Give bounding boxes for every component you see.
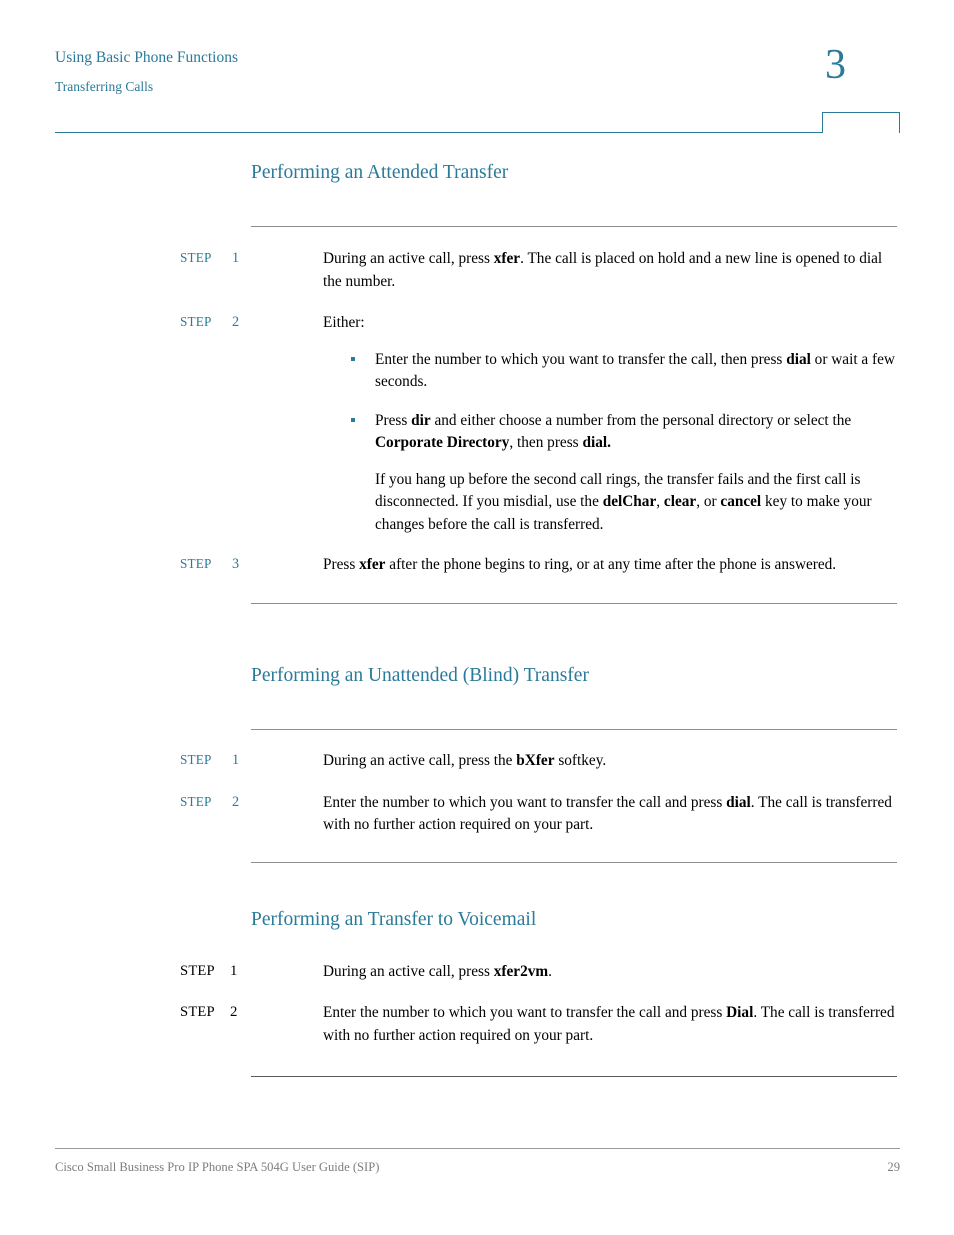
step-number: 1 [232, 752, 240, 769]
step-number: 3 [232, 556, 240, 573]
step-label-text: STEP [180, 793, 212, 809]
step-list: STEP 1 During an active call, press xfer… [180, 248, 897, 576]
step-item: STEP 2 Enter the number to which you wan… [180, 1002, 897, 1047]
footer-page-number: 29 [887, 1160, 900, 1174]
bullet-list: Enter the number to which you want to tr… [323, 349, 897, 536]
step-item: STEP 3 Press xfer after the phone begins… [180, 554, 897, 576]
section-attended-transfer: Performing an Attended Transfer STEP 1 D… [180, 160, 897, 604]
chapter-tab-box [822, 112, 900, 133]
step-label: STEP 2 [180, 312, 290, 331]
step-label: STEP 1 [180, 750, 290, 769]
step-body: During an active call, press the bXfer s… [323, 752, 607, 770]
section-heading: Performing an Transfer to Voicemail [251, 909, 537, 931]
step-body: Enter the number to which you want to tr… [323, 1004, 895, 1044]
section-rule-bottom [251, 1076, 897, 1078]
page-footer: Cisco Small Business Pro IP Phone SPA 50… [55, 1148, 900, 1175]
running-header: Using Basic Phone Functions Transferring… [55, 42, 900, 136]
step-label-text: STEP [180, 314, 212, 330]
footer-document-title: Cisco Small Business Pro IP Phone SPA 50… [55, 1160, 380, 1174]
section-heading: Performing an Unattended (Blind) Transfe… [251, 664, 589, 686]
footer-rule [55, 1148, 900, 1149]
step-label-text: STEP [180, 250, 212, 266]
document-page: Using Basic Phone Functions Transferring… [0, 0, 954, 1235]
step-number: 1 [230, 962, 238, 979]
step-label-text: STEP [180, 752, 212, 768]
step-label-text: STEP [180, 962, 215, 979]
step-list: STEP 1 During an active call, press xfer… [180, 961, 897, 1047]
step-item: STEP 2 Either: Enter the number to which… [180, 312, 897, 536]
page-content: Performing an Attended Transfer STEP 1 D… [180, 160, 897, 1078]
footer-row: Cisco Small Business Pro IP Phone SPA 50… [55, 1160, 900, 1175]
chapter-number: 3 [825, 42, 846, 88]
header-section-title: Transferring Calls [55, 79, 154, 95]
step-label: STEP 2 [180, 1002, 290, 1023]
step-label: STEP 3 [180, 554, 290, 573]
step-list: STEP 1 During an active call, press the … [180, 750, 897, 837]
header-chapter-title: Using Basic Phone Functions [55, 49, 238, 66]
step-body: During an active call, press xfer. The c… [323, 250, 883, 290]
step-body: Enter the number to which you want to tr… [323, 793, 892, 833]
bullet-sub-paragraph: If you hang up before the second call ri… [375, 470, 872, 533]
section-unattended-transfer: Performing an Unattended (Blind) Transfe… [180, 663, 897, 864]
step-label-text: STEP [180, 1004, 215, 1021]
bullet-marker-icon [351, 417, 355, 422]
section-rule-top [251, 729, 897, 731]
bullet-item: Enter the number to which you want to tr… [323, 349, 897, 394]
step-item: STEP 1 During an active call, press xfer… [180, 961, 897, 983]
step-body: Either: [323, 314, 365, 332]
bullet-marker-icon [351, 356, 355, 361]
bullet-item: Press dir and either choose a number fro… [323, 410, 897, 536]
step-number: 2 [232, 314, 240, 331]
step-body: Press xfer after the phone begins to rin… [323, 556, 837, 574]
step-label-text: STEP [180, 556, 212, 572]
step-number: 2 [232, 793, 240, 810]
step-number: 1 [232, 250, 240, 267]
section-rule-bottom [251, 602, 897, 604]
step-item: STEP 1 During an active call, press xfer… [180, 248, 897, 293]
step-number: 2 [230, 1004, 238, 1021]
step-body: During an active call, press xfer2vm. [323, 962, 552, 980]
bullet-text: Press dir and either choose a number fro… [375, 411, 852, 452]
header-rule [55, 132, 900, 133]
section-rule-bottom [251, 862, 897, 864]
header-titles: Using Basic Phone Functions Transferring… [55, 46, 238, 98]
section-heading: Performing an Attended Transfer [251, 162, 509, 183]
section-transfer-to-voicemail: Performing an Transfer to Voicemail STEP… [180, 907, 897, 1078]
step-label: STEP 1 [180, 248, 290, 267]
bullet-text: Enter the number to which you want to tr… [375, 350, 895, 391]
step-label: STEP 2 [180, 792, 290, 811]
step-label: STEP 1 [180, 961, 290, 982]
section-rule-top [251, 226, 897, 228]
step-item: STEP 1 During an active call, press the … [180, 750, 897, 772]
step-item: STEP 2 Enter the number to which you wan… [180, 792, 897, 837]
